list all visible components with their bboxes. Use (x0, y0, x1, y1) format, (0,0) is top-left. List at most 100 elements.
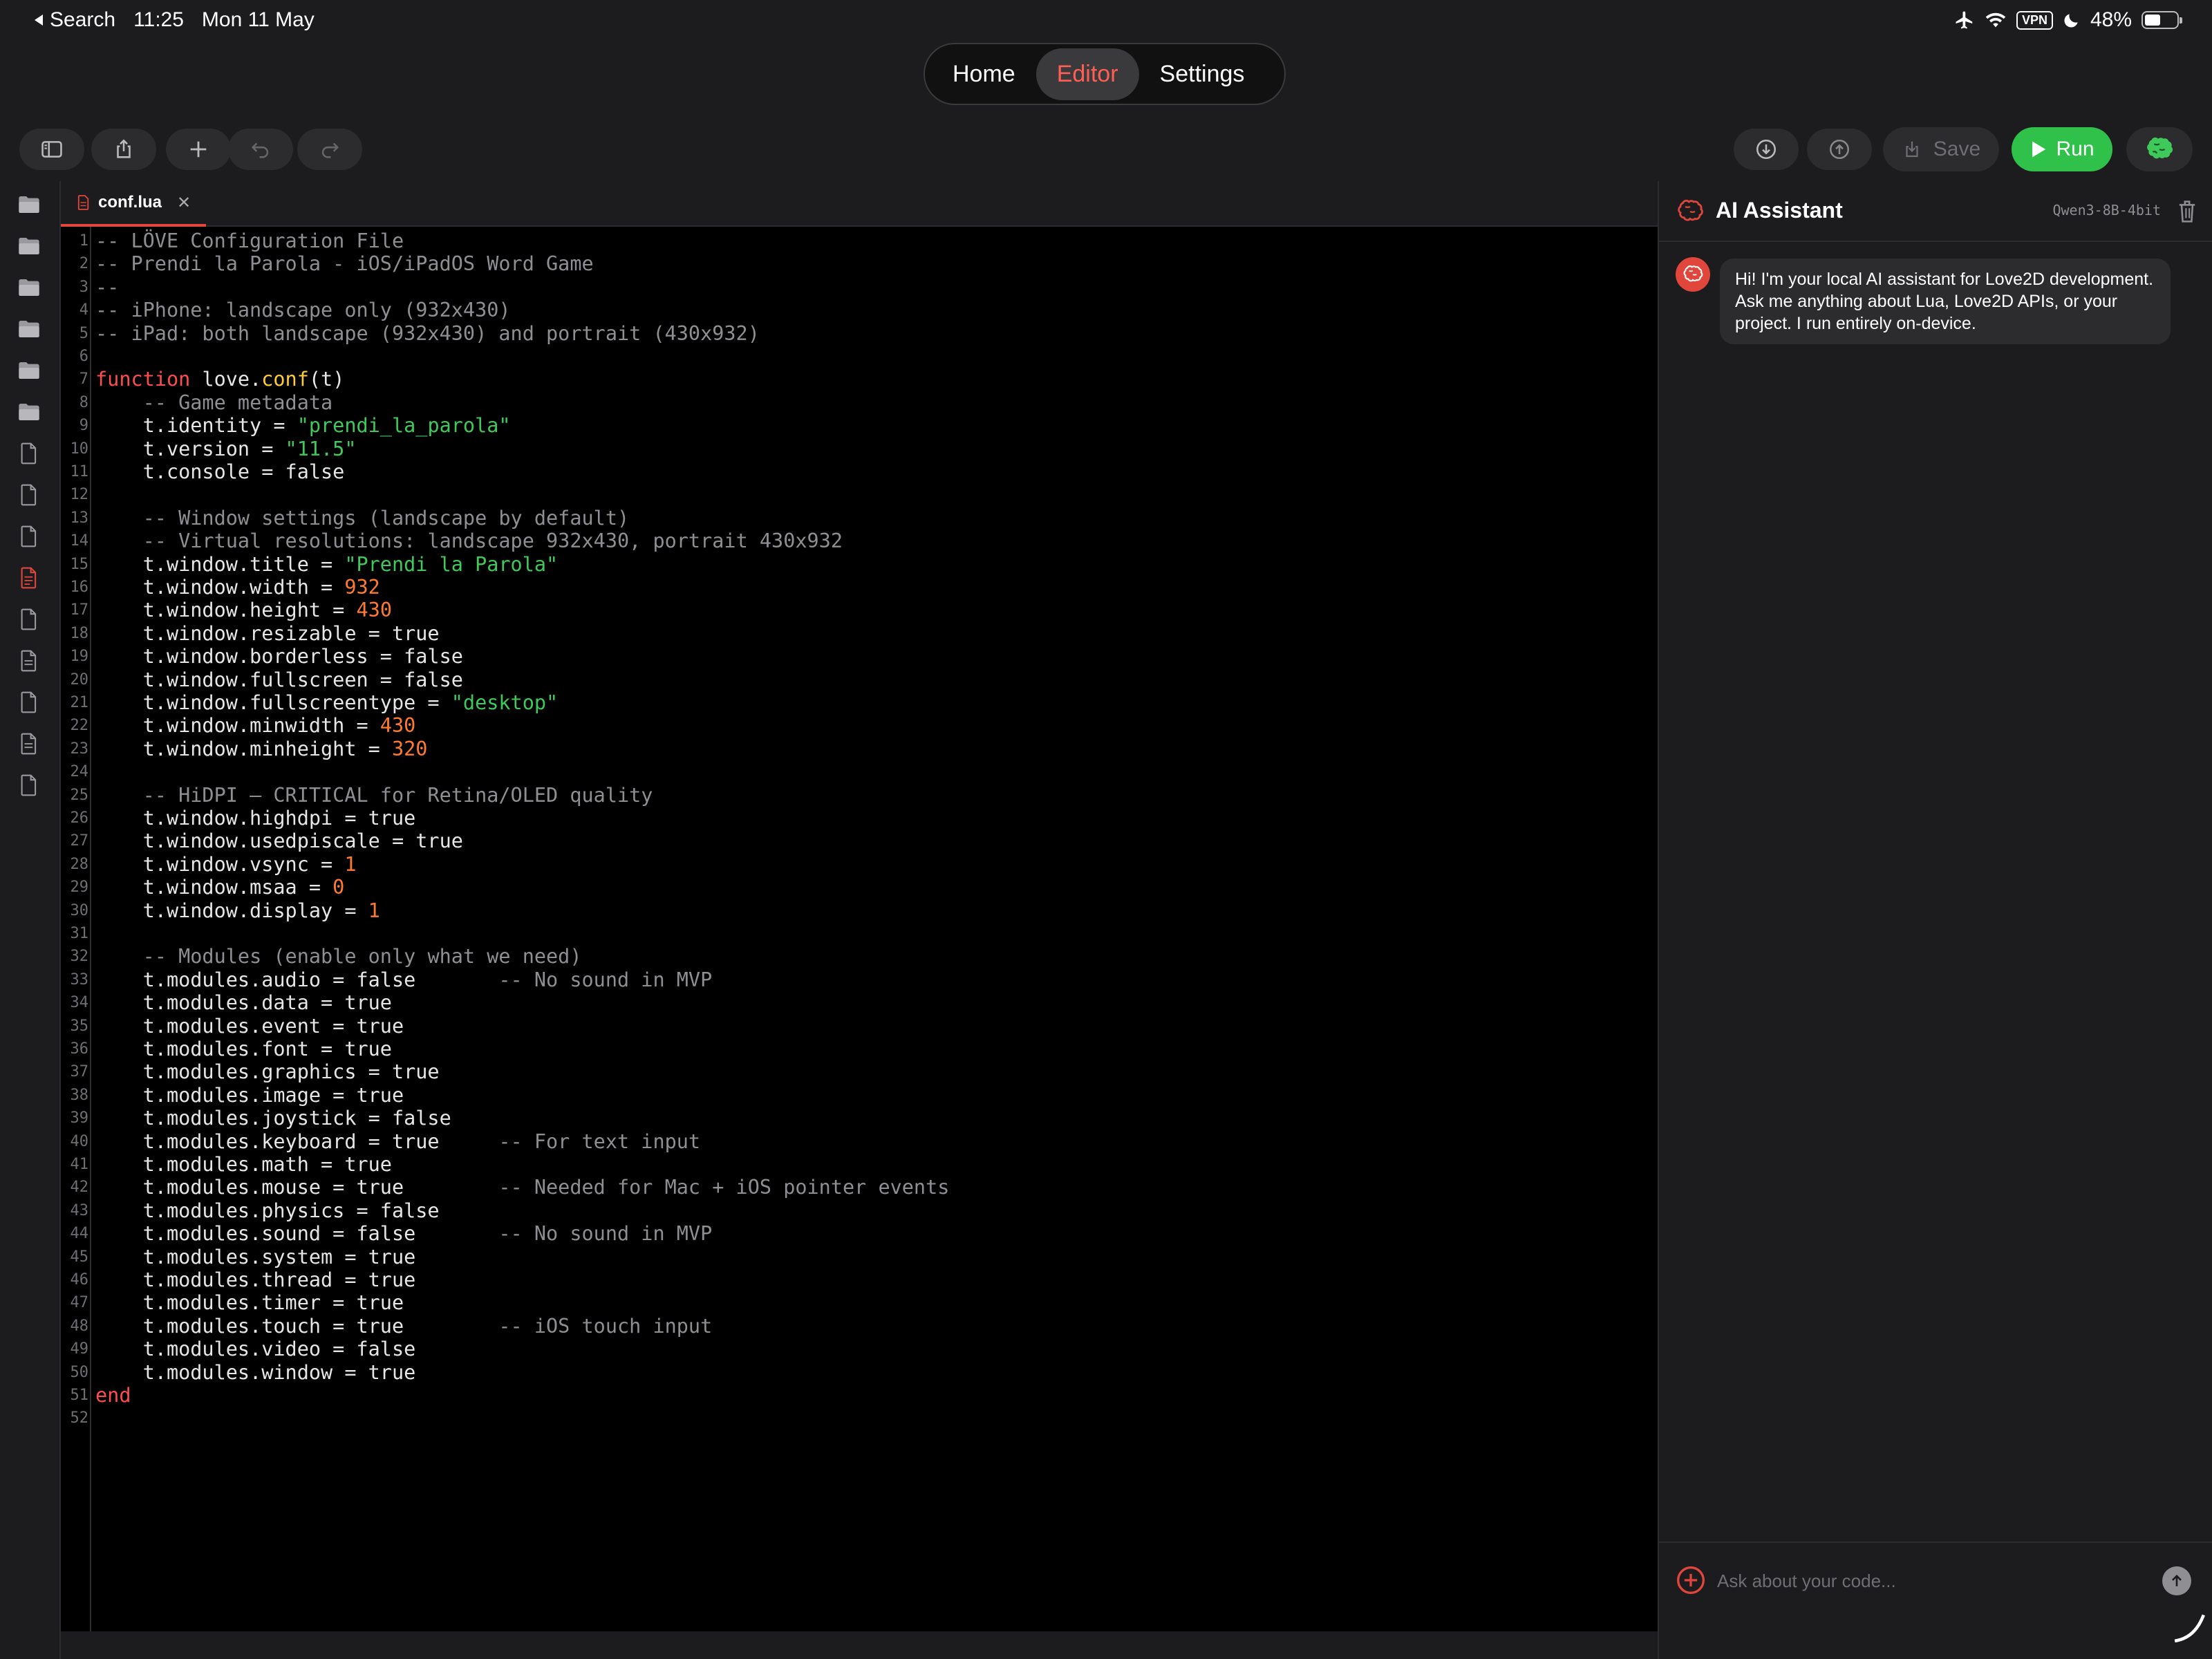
code-line[interactable]: t.console = false (95, 460, 345, 483)
ai-model-name[interactable]: Qwen3-8B-4bit (2052, 202, 2161, 218)
add-attachment-icon[interactable] (1676, 1565, 1706, 1595)
back-to-search[interactable]: Search (33, 8, 115, 32)
line-number: 45 (70, 1248, 89, 1266)
code-line[interactable]: t.window.title = "Prendi la Parola" (95, 553, 559, 576)
active-lua-file-icon[interactable] (17, 565, 41, 590)
code-line[interactable]: -- Game metadata (95, 391, 333, 414)
folder-icon[interactable] (17, 275, 41, 300)
code-line[interactable]: t.modules.math = true (95, 1153, 392, 1176)
tab-conf-lua[interactable]: conf.lua ✕ (61, 181, 206, 227)
file-icon[interactable] (17, 482, 41, 507)
ai-assistant-toggle[interactable] (2126, 127, 2193, 171)
code-line[interactable]: t.modules.physics = false (95, 1199, 440, 1222)
share-button[interactable] (91, 129, 156, 170)
code-line[interactable]: t.modules.window = true (95, 1361, 416, 1384)
code-line[interactable]: -- iPad: both landscape (932x430) and po… (95, 322, 760, 345)
code-line[interactable]: t.window.msaa = 0 (95, 876, 345, 899)
line-number: 40 (70, 1132, 89, 1150)
code-editor[interactable]: 1 -- LÖVE Configuration File 2 -- Prendi la… (61, 227, 1658, 1631)
tab-home[interactable]: Home (932, 48, 1036, 100)
file-text-icon[interactable] (17, 648, 41, 673)
line-number: 22 (70, 717, 89, 735)
code-line[interactable]: t.modules.sound = false -- No sound in M… (95, 1222, 713, 1245)
code-line[interactable]: t.modules.font = true (95, 1038, 392, 1060)
file-icon[interactable] (17, 690, 41, 715)
tab-settings[interactable]: Settings (1139, 48, 1266, 100)
ai-chat-input[interactable] (1717, 1564, 2139, 1598)
code-line[interactable]: -- iPhone: landscape only (932x430) (95, 299, 511, 321)
save-button[interactable]: Save (1883, 127, 1999, 171)
code-line[interactable]: t.window.height = 430 (95, 599, 392, 621)
code-line[interactable]: t.window.display = 1 (95, 899, 380, 922)
code-line[interactable]: t.window.usedpiscale = true (95, 830, 463, 852)
code-line[interactable]: t.window.borderless = false (95, 645, 463, 668)
close-tab-icon[interactable]: ✕ (177, 193, 191, 213)
undo-button[interactable] (228, 129, 293, 170)
code-line[interactable]: t.modules.joystick = false (95, 1107, 451, 1130)
tab-editor[interactable]: Editor (1035, 48, 1139, 100)
code-line[interactable]: -- Virtual resolutions: landscape 932x43… (95, 529, 843, 552)
code-line[interactable]: t.modules.audio = false -- No sound in M… (95, 968, 713, 991)
redo-button[interactable] (297, 129, 362, 170)
code-line[interactable]: function love.conf(t) (95, 368, 344, 391)
code-area[interactable]: 1 -- LÖVE Configuration File 2 -- Prendi la… (71, 227, 1658, 1631)
folder-icon[interactable] (17, 317, 41, 341)
add-file-button[interactable] (166, 129, 231, 170)
code-line[interactable]: -- HiDPI — CRITICAL for Retina/OLED qual… (95, 784, 653, 807)
code-line[interactable]: t.modules.video = false (95, 1338, 416, 1360)
code-line[interactable]: t.modules.graphics = true (95, 1060, 440, 1083)
folder-icon[interactable] (17, 358, 41, 383)
code-line[interactable]: -- Window settings (landscape by default… (95, 507, 630, 529)
code-line[interactable]: t.modules.keyboard = true -- For text in… (95, 1130, 700, 1153)
line-number: 30 (70, 901, 89, 919)
run-button[interactable]: Run (2012, 127, 2112, 171)
line-number: 15 (70, 555, 89, 573)
code-line[interactable]: -- LÖVE Configuration File (95, 229, 404, 252)
resize-handle-icon[interactable] (2172, 1609, 2206, 1644)
brain-icon (1683, 265, 1703, 282)
code-line[interactable]: t.modules.system = true (95, 1246, 416, 1268)
export-button[interactable] (1807, 129, 1872, 170)
code-line[interactable]: t.modules.data = true (95, 991, 392, 1014)
trash-icon[interactable] (2176, 199, 2198, 224)
folder-icon[interactable] (17, 192, 41, 217)
code-line[interactable]: -- Prendi la Parola - iOS/iPadOS Word Ga… (95, 252, 594, 275)
line-number: 8 (79, 393, 88, 411)
file-icon[interactable] (17, 524, 41, 549)
code-line[interactable]: t.window.vsync = 1 (95, 853, 357, 876)
line-number: 14 (70, 532, 89, 550)
code-line[interactable]: t.version = "11.5" (95, 438, 357, 460)
folder-icon[interactable] (17, 234, 41, 259)
file-icon[interactable] (17, 441, 41, 466)
code-line[interactable]: -- Modules (enable only what we need) (95, 945, 582, 968)
line-number: 21 (70, 694, 89, 711)
code-line[interactable]: t.window.highdpi = true (95, 807, 416, 830)
toggle-sidebar-button[interactable] (19, 129, 84, 170)
code-line[interactable]: t.window.fullscreentype = "desktop" (95, 691, 559, 714)
code-line[interactable]: t.window.fullscreen = false (95, 668, 463, 691)
ai-header: AI Assistant Qwen3-8B-4bit (1659, 181, 2212, 242)
code-line[interactable]: -- (95, 276, 119, 299)
code-line[interactable]: t.window.minwidth = 430 (95, 714, 416, 737)
code-line[interactable]: t.modules.touch = true -- iOS touch inpu… (95, 1315, 713, 1338)
code-line[interactable]: t.window.width = 932 (95, 576, 380, 599)
file-text-icon[interactable] (17, 731, 41, 756)
import-button[interactable] (1734, 129, 1799, 170)
code-line[interactable]: t.modules.thread = true (95, 1268, 416, 1291)
code-line[interactable]: t.window.resizable = true (95, 622, 440, 645)
code-line[interactable]: t.identity = "prendi_la_parola" (95, 414, 511, 437)
code-line[interactable]: t.modules.image = true (95, 1084, 404, 1107)
ai-message-bubble: Hi! I'm your local AI assistant for Love… (1720, 259, 2171, 344)
code-line[interactable]: t.window.minheight = 320 (95, 738, 428, 760)
code-line[interactable]: t.modules.timer = true (95, 1291, 404, 1314)
code-line[interactable]: t.modules.mouse = true -- Needed for Mac… (95, 1176, 950, 1199)
ai-input-bar (1659, 1541, 2212, 1659)
file-icon[interactable] (17, 773, 41, 798)
code-line[interactable]: end (95, 1384, 131, 1407)
send-button[interactable] (2162, 1566, 2191, 1595)
folder-icon[interactable] (17, 400, 41, 424)
file-icon[interactable] (17, 607, 41, 632)
code-line[interactable]: t.modules.event = true (95, 1015, 404, 1038)
save-label: Save (1933, 138, 1981, 160)
ai-brain-icon (1678, 199, 1703, 221)
